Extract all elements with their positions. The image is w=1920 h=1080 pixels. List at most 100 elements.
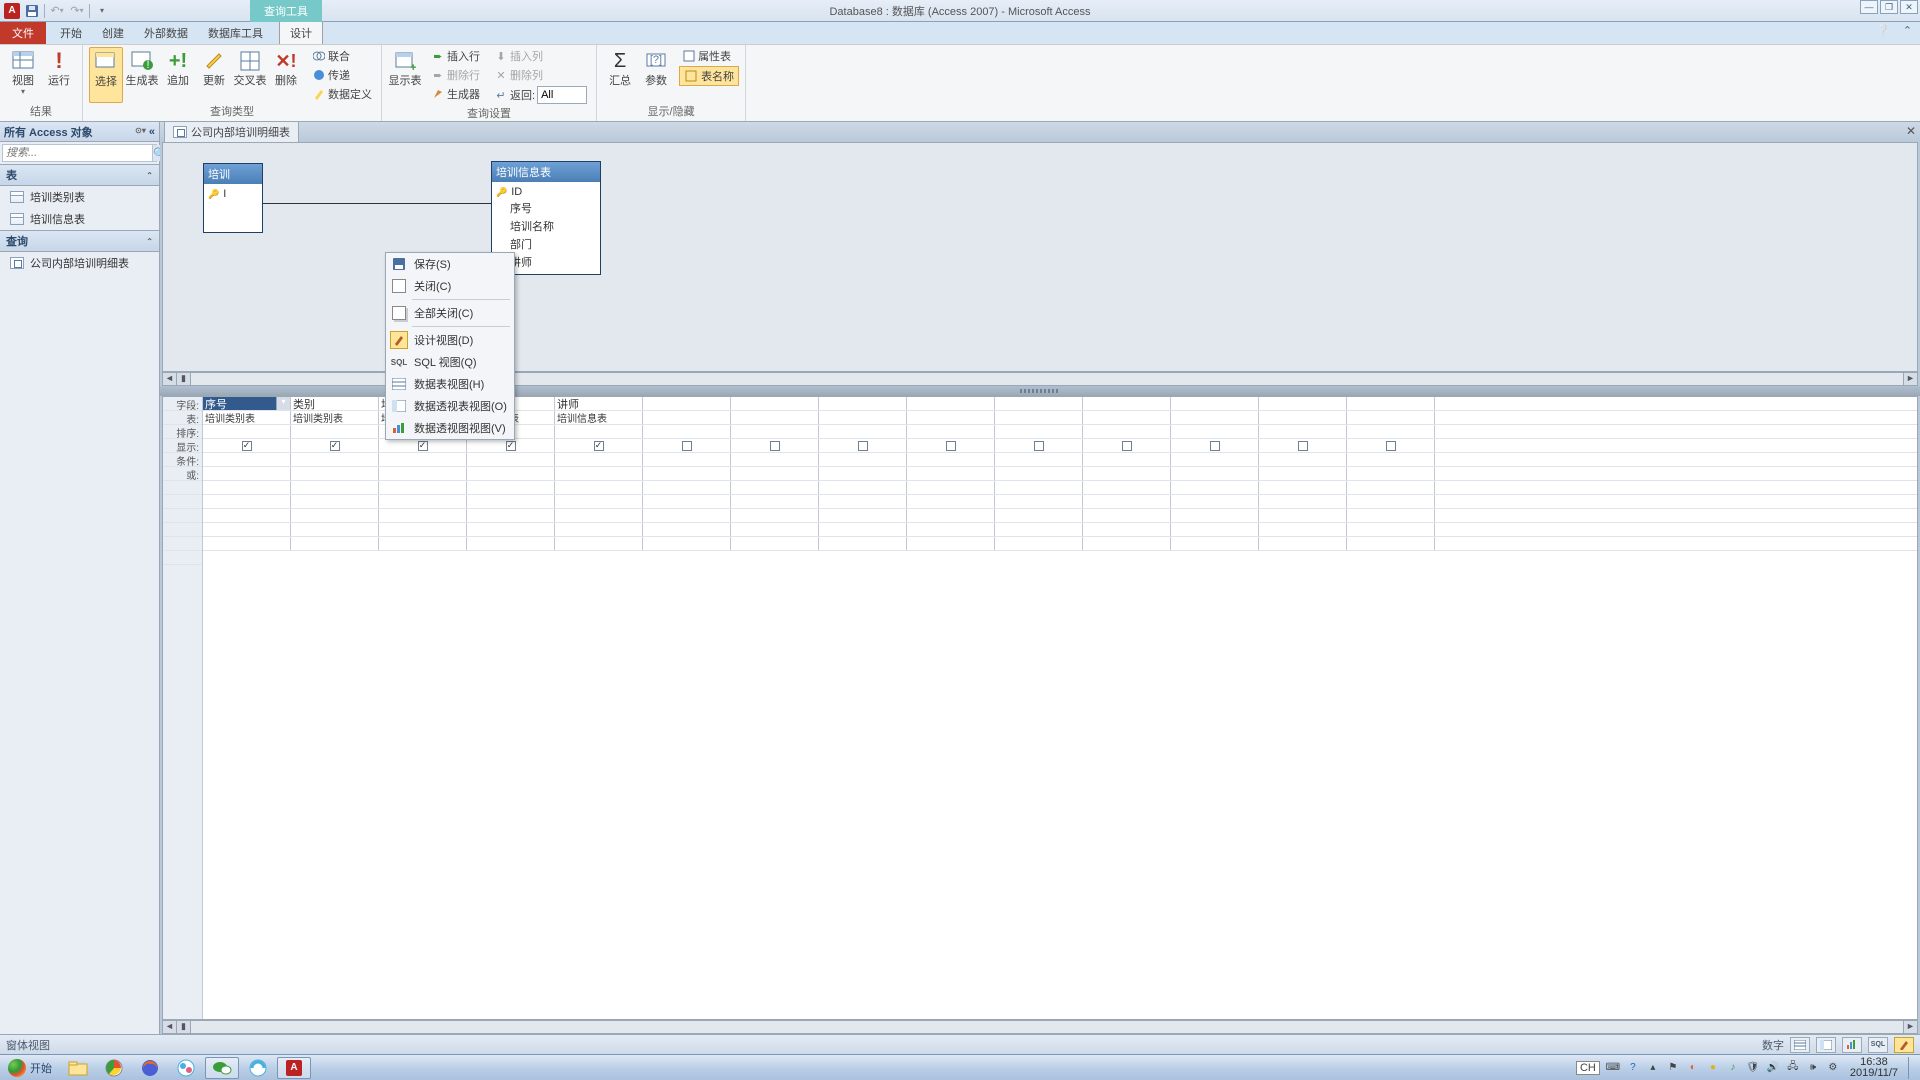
taskbar-chrome[interactable]	[97, 1057, 131, 1079]
qbe-cell[interactable]	[379, 453, 467, 466]
qbe-cell[interactable]	[1347, 509, 1435, 522]
qbe-cell[interactable]: ✓	[203, 439, 291, 452]
tray-icon[interactable]: ⚑	[1666, 1061, 1680, 1075]
qbe-cell[interactable]	[907, 495, 995, 508]
show-checkbox[interactable]: ✓	[506, 441, 516, 451]
qbe-cell[interactable]	[995, 439, 1083, 452]
qbe-cell[interactable]	[907, 439, 995, 452]
qbe-cell[interactable]: 培训类别表	[291, 411, 379, 424]
qat-customize-icon[interactable]: ▾	[94, 3, 110, 19]
ctx-designview[interactable]: 设计视图(D)	[386, 329, 514, 351]
qbe-cell[interactable]: ✓	[555, 439, 643, 452]
nav-collapse-icon[interactable]: «	[149, 126, 155, 138]
nav-dropdown-icon[interactable]: ⊙▾	[135, 126, 146, 138]
qbe-cell[interactable]	[1083, 453, 1171, 466]
nav-group-queries[interactable]: 查询⌃	[0, 230, 159, 252]
qbe-cell[interactable]	[995, 509, 1083, 522]
qbe-cell[interactable]	[1083, 537, 1171, 550]
field-list-left[interactable]: 培训 🔑I	[203, 163, 263, 233]
qbe-cell[interactable]	[643, 439, 731, 452]
tray-icon[interactable]: 🕪	[1806, 1061, 1820, 1075]
field-list-row[interactable]: 部门	[494, 235, 598, 253]
qbe-cell[interactable]	[555, 523, 643, 536]
qbe-cell[interactable]	[819, 411, 907, 424]
qbe-cell[interactable]	[907, 467, 995, 480]
network-icon[interactable]: 🖧	[1786, 1061, 1800, 1075]
nav-search-input[interactable]	[3, 147, 152, 159]
qbe-cell[interactable]	[291, 537, 379, 550]
tray-icon[interactable]: 🔊	[1766, 1061, 1780, 1075]
ctx-datasheet[interactable]: 数据表视图(H)	[386, 373, 514, 395]
qbe-cell[interactable]	[203, 453, 291, 466]
nav-header[interactable]: 所有 Access 对象⊙▾«	[0, 122, 159, 142]
qbe-cell[interactable]	[643, 453, 731, 466]
ctx-save[interactable]: 保存(S)	[386, 253, 514, 275]
qbe-cell[interactable]	[819, 425, 907, 438]
qbe-cell[interactable]	[907, 509, 995, 522]
taskbar-clock[interactable]: 16:382019/11/7	[1846, 1057, 1902, 1079]
qbe-cell[interactable]	[1171, 537, 1259, 550]
taskbar-explorer[interactable]	[61, 1057, 95, 1079]
qbe-cell[interactable]	[1083, 467, 1171, 480]
qbe-cell[interactable]	[819, 509, 907, 522]
qbe-cell[interactable]: 类别	[291, 397, 379, 410]
tab-create[interactable]: 创建	[92, 22, 134, 44]
show-checkbox[interactable]	[1122, 441, 1132, 451]
qbe-cell[interactable]	[203, 467, 291, 480]
view-pivottable-icon[interactable]	[1816, 1037, 1836, 1053]
qbe-cell[interactable]	[1171, 481, 1259, 494]
qbe-cell[interactable]	[1083, 481, 1171, 494]
qbe-cell[interactable]	[203, 481, 291, 494]
qbe-cell[interactable]	[731, 537, 819, 550]
qbe-cell[interactable]	[291, 481, 379, 494]
show-table-button[interactable]: +显示表	[388, 47, 422, 105]
qbe-cell[interactable]	[1347, 411, 1435, 424]
qbe-cell[interactable]	[203, 537, 291, 550]
tray-icon[interactable]: ⚙	[1826, 1061, 1840, 1075]
taskbar-app1[interactable]	[169, 1057, 203, 1079]
taskbar-edge[interactable]	[241, 1057, 275, 1079]
qbe-cell[interactable]	[643, 425, 731, 438]
qbe-cell[interactable]	[907, 411, 995, 424]
qbe-cell[interactable]	[731, 439, 819, 452]
qbe-cell[interactable]	[555, 467, 643, 480]
qbe-cell[interactable]	[643, 537, 731, 550]
qbe-cell[interactable]	[643, 509, 731, 522]
qbe-cell[interactable]	[995, 467, 1083, 480]
qbe-cell[interactable]	[731, 481, 819, 494]
qbe-cell[interactable]	[1347, 481, 1435, 494]
union-button[interactable]: 联合	[309, 47, 375, 65]
show-checkbox[interactable]	[682, 441, 692, 451]
qbe-cell[interactable]	[643, 467, 731, 480]
qbe-cell[interactable]	[291, 523, 379, 536]
qbe-cell[interactable]	[379, 467, 467, 480]
qbe-cell[interactable]	[731, 509, 819, 522]
ctx-sqlview[interactable]: SQLSQL 视图(Q)	[386, 351, 514, 373]
tray-icon[interactable]: 🛡	[1746, 1061, 1760, 1075]
qbe-cell[interactable]: 序号▾	[203, 397, 291, 410]
qbe-cell[interactable]	[819, 467, 907, 480]
show-checkbox[interactable]: ✓	[594, 441, 604, 451]
qbe-cell[interactable]	[1083, 439, 1171, 452]
run-button[interactable]: !运行	[42, 47, 76, 103]
qbe-cell[interactable]	[1083, 411, 1171, 424]
insert-row-button[interactable]: ➨插入行	[428, 47, 483, 65]
qbe-cell[interactable]: 培训类别表	[203, 411, 291, 424]
qbe-cell[interactable]	[1259, 425, 1347, 438]
show-checkbox[interactable]	[770, 441, 780, 451]
datadef-button[interactable]: 数据定义	[309, 85, 375, 103]
update-button[interactable]: 更新	[197, 47, 231, 103]
qbe-cell[interactable]	[291, 509, 379, 522]
ctx-pivottable[interactable]: 数据透视表视图(O)	[386, 395, 514, 417]
qbe-cell[interactable]	[643, 481, 731, 494]
minimize-button[interactable]: —	[1860, 0, 1878, 14]
table-names-button[interactable]: 表名称	[679, 66, 739, 86]
qbe-cell[interactable]	[1347, 537, 1435, 550]
qbe-cell[interactable]	[819, 495, 907, 508]
qbe-cell[interactable]	[819, 439, 907, 452]
qbe-cell[interactable]	[379, 481, 467, 494]
qbe-cell[interactable]	[1347, 453, 1435, 466]
nav-item-query[interactable]: 公司内部培训明细表	[0, 252, 159, 274]
qbe-cell[interactable]	[1259, 397, 1347, 410]
return-rows[interactable]: ↵返回:	[491, 85, 590, 105]
